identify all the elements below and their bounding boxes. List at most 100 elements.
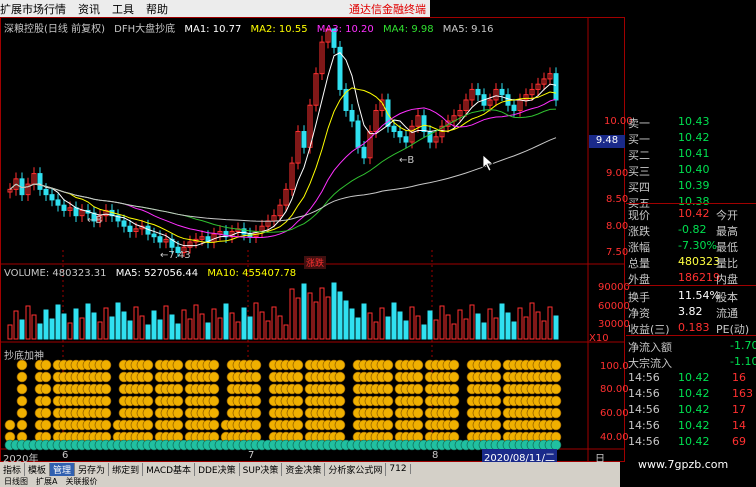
coin-mark — [100, 395, 112, 407]
coin-mark — [142, 359, 154, 371]
candle-body — [121, 220, 127, 227]
quote-row: 净流入额 -1.70 — [626, 339, 756, 355]
volume-bar — [31, 314, 37, 340]
coin-mark — [250, 407, 262, 419]
volume-bar — [523, 316, 529, 340]
volume-value: VOLUME: 480323.31 — [4, 268, 107, 279]
volume-bar — [475, 313, 481, 340]
formula-tab[interactable]: 模板 — [25, 462, 51, 476]
candle-body — [151, 233, 157, 238]
current-price-tag: 9.48 — [589, 135, 625, 148]
coin-mark — [250, 359, 262, 371]
coin-mark — [490, 371, 502, 383]
quote-row: 14:56 10.42 14 — [626, 419, 756, 435]
volume-bar — [409, 306, 415, 340]
quote-value: 流通 — [716, 307, 738, 320]
quote-price: 11.54% — [678, 289, 720, 302]
candle-body — [475, 88, 481, 96]
candle-body — [55, 199, 61, 206]
formula-tab[interactable]: 分析家公式网 — [325, 462, 387, 476]
formula-tab[interactable]: 指标 — [0, 462, 26, 476]
coin-mark — [334, 395, 346, 407]
menu-item-help[interactable]: 帮助 — [146, 1, 168, 17]
quote-price: 10.43 — [678, 115, 710, 128]
bottom-tab[interactable]: 扩展A — [32, 476, 61, 487]
volume-bar — [253, 302, 259, 340]
quote-label: 卖一 — [628, 117, 650, 130]
formula-tab[interactable]: 管理 — [50, 462, 76, 476]
coin-mark — [40, 371, 52, 383]
price-tick-9: 9.00 — [606, 168, 629, 179]
volume-bar — [493, 317, 499, 340]
coin-mark — [40, 419, 52, 431]
candle-body — [349, 109, 355, 122]
volume-bar — [379, 307, 385, 340]
chart-frame — [0, 17, 625, 462]
bottom-tab[interactable]: 日线图 — [0, 476, 32, 487]
volume-bar — [463, 318, 469, 340]
coin-mark — [448, 371, 460, 383]
volume-bar — [529, 302, 535, 340]
ma1-value: MA1: 10.77 — [184, 24, 242, 35]
quote-price: -0.82 — [678, 223, 707, 236]
coin-mark — [208, 359, 220, 371]
quote-row: 14:56 10.42 17 — [626, 403, 756, 419]
ma5-line — [9, 137, 557, 222]
quote-label: 14:56 — [628, 371, 660, 384]
formula-tab[interactable]: 绑定到 — [109, 462, 144, 476]
volume-bar — [169, 314, 175, 340]
menu-item-tools[interactable]: 工具 — [112, 1, 134, 17]
volume-bar — [91, 312, 97, 340]
quote-row: 卖一 10.43 — [626, 115, 756, 131]
menu-item-info[interactable]: 资讯 — [78, 1, 100, 17]
coin-mark — [448, 407, 460, 419]
sub-tick-100: 100.0 — [600, 361, 629, 372]
formula-tab[interactable]: 资金决策 — [282, 462, 326, 476]
ma3-value: MA3: 10.20 — [316, 24, 374, 35]
coin-mark — [250, 383, 262, 395]
price-tick-7-5: 7.50 — [606, 247, 629, 258]
formula-tab[interactable]: 另存为 — [75, 462, 110, 476]
quote-label: 14:56 — [628, 403, 660, 416]
candle-body — [127, 225, 133, 232]
coin-mark — [40, 395, 52, 407]
quote-label: 净资 — [628, 307, 650, 320]
volume-bar — [79, 317, 85, 340]
coin-mark — [382, 371, 394, 383]
candle-body — [49, 194, 55, 201]
formula-tab[interactable]: MACD基本 — [143, 462, 196, 476]
menu-item-market[interactable]: 扩展市场行情 — [0, 1, 66, 17]
sub-chart-title: 抄底加神 — [4, 351, 44, 362]
coin-mark — [250, 419, 262, 431]
volume-bar — [271, 306, 277, 340]
main-chart-title: 深粮控股(日线 前复权) DFH大盘抄底 MA1: 10.77 MA2: 10.… — [4, 20, 499, 35]
coin-mark — [292, 419, 304, 431]
quote-row: 涨幅 -7.30% 最低 — [626, 239, 756, 255]
volume-bar — [13, 310, 19, 340]
formula-tab[interactable]: 712 — [386, 464, 411, 474]
volume-bar — [541, 320, 547, 340]
sub-tick-80: 80.00 — [600, 384, 629, 395]
candle-body — [553, 73, 559, 101]
quote-value: 最低 — [716, 241, 738, 254]
kline-chart[interactable] — [0, 17, 626, 462]
formula-tab[interactable]: SUP决策 — [240, 462, 283, 476]
coin-mark — [172, 395, 184, 407]
bottom-tab[interactable]: 关联报价 — [61, 476, 101, 487]
candle-body — [61, 204, 67, 211]
quote-label: 换手 — [628, 291, 650, 304]
coin-mark — [100, 359, 112, 371]
promo-text[interactable]: 通达信金融终端 — [349, 1, 426, 17]
volume-bar — [229, 312, 235, 340]
quote-value: 17 — [732, 403, 746, 416]
quote-label: 涨幅 — [628, 241, 650, 254]
formula-tab[interactable]: DDE决策 — [195, 462, 240, 476]
volume-bar — [343, 300, 349, 340]
quote-price: 0.183 — [678, 321, 710, 334]
quote-price: 10.42 — [678, 387, 710, 400]
coin-mark — [208, 419, 220, 431]
quote-price: 10.42 — [678, 207, 710, 220]
volume-bar — [55, 304, 61, 340]
volume-bar — [319, 287, 325, 340]
volume-bar — [193, 304, 199, 340]
